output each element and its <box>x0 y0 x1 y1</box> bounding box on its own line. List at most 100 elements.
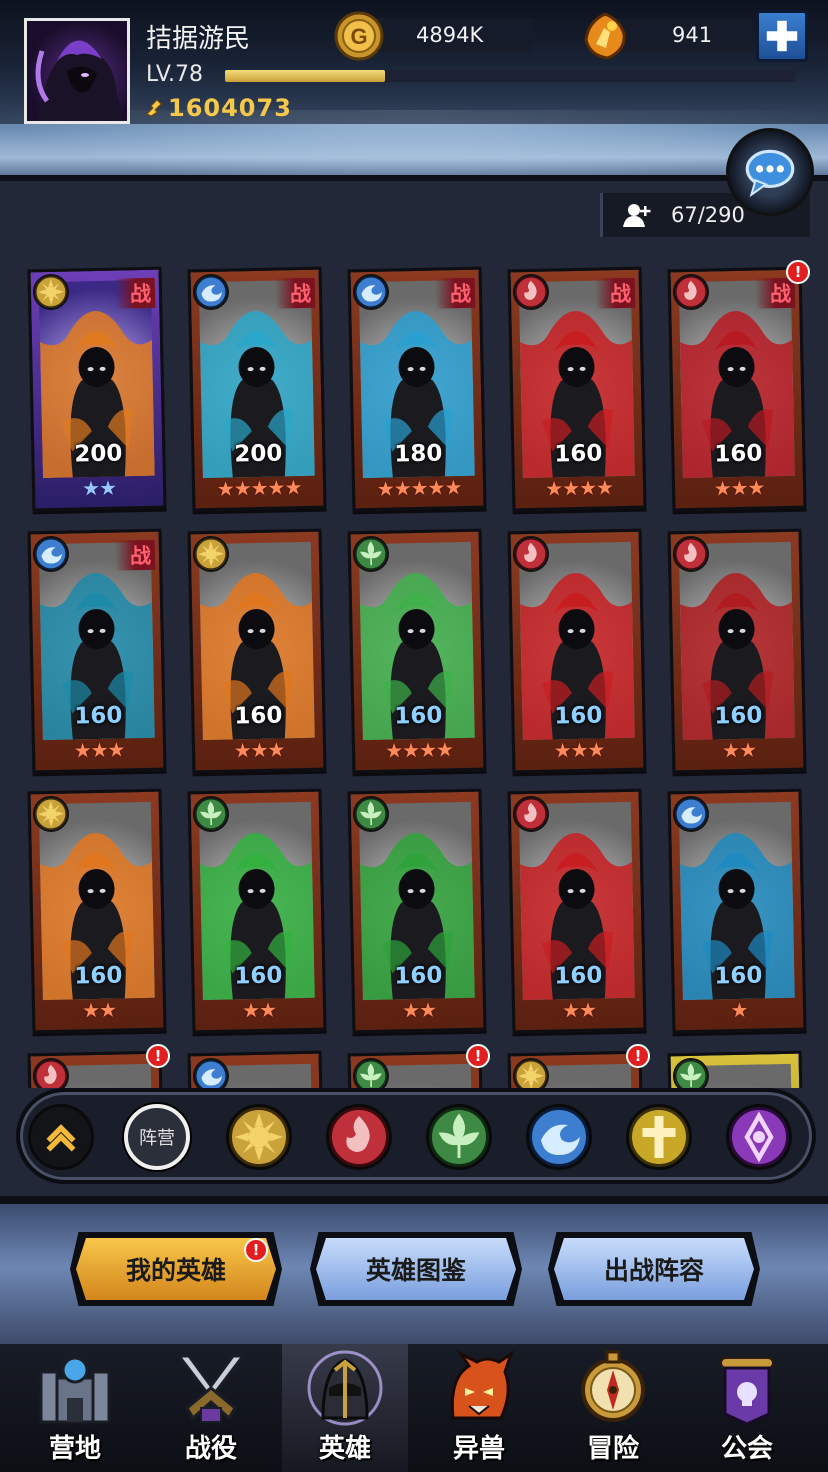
gem-value: 941 <box>672 23 713 47</box>
tab-battle-lineup[interactable]: 出战阵容 <box>554 1238 754 1300</box>
faction-filter-bar: 阵营 <box>16 1088 816 1184</box>
star-icon: ★ <box>98 997 117 1022</box>
hero-level: 200 <box>234 440 283 468</box>
nav-item-battle[interactable]: 战役 <box>148 1344 274 1472</box>
filter-faction-sun[interactable] <box>226 1104 292 1170</box>
hero-star-rating: ★★★ <box>35 737 163 764</box>
camp-icon <box>39 1356 111 1424</box>
hero-level: 160 <box>554 440 603 468</box>
hero-alert-badge: ! <box>146 1044 170 1068</box>
add-currency-button[interactable] <box>756 10 808 62</box>
hero-alert-badge: ! <box>786 260 810 284</box>
compass-icon <box>581 1350 645 1422</box>
star-icon: ★ <box>401 737 420 763</box>
hero-card[interactable]: 战 160 ★★★ <box>667 266 807 512</box>
star-icon: ★ <box>553 738 571 763</box>
star-icon: ★ <box>216 476 234 501</box>
hero-card[interactable]: 160 ★★ <box>347 788 487 1034</box>
hero-card[interactable]: 160 ★★ <box>667 528 807 774</box>
star-icon: ★ <box>73 738 91 763</box>
avatar-portrait-icon <box>35 40 122 121</box>
hero-star-rating: ★★★ <box>195 737 323 764</box>
nav-item-adventure[interactable]: 冒险 <box>550 1344 676 1472</box>
void-faction-icon <box>729 1107 789 1167</box>
star-icon: ★ <box>578 997 597 1022</box>
leaf-faction-icon <box>429 1107 489 1167</box>
star-icon: ★ <box>233 738 251 763</box>
star-icon: ★ <box>267 475 285 500</box>
star-icon: ★ <box>427 475 445 500</box>
gold-counter[interactable]: G 4894K <box>334 11 534 61</box>
deployed-tag: 战 <box>114 539 156 571</box>
nav-item-guild[interactable]: 公会 <box>684 1344 810 1472</box>
fire-faction-icon <box>329 1107 389 1167</box>
add-user-icon <box>623 204 651 227</box>
my-heroes-alert-badge: ! <box>244 1238 268 1262</box>
hero-card[interactable]: 160 ★ <box>667 788 807 1034</box>
sun-faction-icon <box>229 1107 289 1167</box>
hero-card[interactable]: 战 200 ★★ <box>27 266 167 512</box>
hero-star-rating: ★★ <box>515 997 643 1024</box>
hero-card[interactable] <box>187 1050 327 1088</box>
hero-level: 160 <box>394 702 443 730</box>
hero-card[interactable]: 160 ★★ <box>27 788 167 1034</box>
star-icon: ★ <box>81 475 100 501</box>
gem-counter[interactable]: 941 <box>584 12 754 60</box>
faction-water-icon <box>672 795 710 833</box>
nav-item-beast[interactable]: 异兽 <box>416 1344 542 1472</box>
filter-faction-fire[interactable] <box>326 1104 392 1170</box>
hero-card[interactable]: 160 ★★★★ <box>347 528 487 774</box>
hero-card[interactable]: 160 ★★ <box>187 788 327 1034</box>
hero-card[interactable]: 160 ★★★ <box>187 528 327 774</box>
filter-faction-void[interactable] <box>726 1104 792 1170</box>
hero-card[interactable]: 战 160 ★★★★ <box>507 266 647 512</box>
hero-card[interactable] <box>667 1050 807 1088</box>
hero-level: 160 <box>394 962 443 990</box>
filter-faction-water[interactable] <box>526 1104 592 1170</box>
plus-icon <box>766 20 798 52</box>
star-icon: ★ <box>738 737 757 762</box>
collapse-filter-button[interactable] <box>28 1104 94 1170</box>
filter-faction-leaf[interactable] <box>426 1104 492 1170</box>
star-icon: ★ <box>418 997 437 1022</box>
nav-label-adventure: 冒险 <box>586 1434 639 1464</box>
hero-card[interactable]: 战 160 ★★★ <box>27 528 167 774</box>
hero-card[interactable]: 160 ★★★ <box>507 528 647 774</box>
hero-level: 160 <box>714 962 763 990</box>
player-avatar[interactable] <box>24 18 130 124</box>
hero-star-rating: ★★★★ <box>355 737 483 764</box>
hero-star-rating: ★★ <box>35 997 163 1024</box>
faction-fire-icon <box>672 273 710 311</box>
hero-star-rating: ★★ <box>195 997 323 1024</box>
star-icon: ★ <box>258 997 277 1022</box>
nav-item-hero[interactable]: 英雄 <box>282 1344 408 1472</box>
tab-hero-codex[interactable]: 英雄图鉴 <box>316 1238 516 1300</box>
filter-camp-all[interactable]: 阵营 <box>124 1104 190 1170</box>
star-icon: ★ <box>393 476 411 501</box>
hero-level: 160 <box>714 440 763 468</box>
svg-text:G: G <box>350 24 367 49</box>
faction-sun-icon <box>32 273 70 311</box>
nav-label-guild: 公会 <box>720 1434 773 1464</box>
deployed-tag: 战 <box>434 277 476 309</box>
top-header: 拮据游民 LV.78 1604073 G 4894K 941 <box>0 0 828 185</box>
hero-card[interactable]: 战 180 ★★★★★ <box>347 266 487 512</box>
star-icon: ★ <box>107 737 125 762</box>
hero-level: 200 <box>74 440 123 468</box>
star-icon: ★ <box>241 997 260 1023</box>
nav-item-camp[interactable]: 营地 <box>12 1344 138 1472</box>
hero-star-rating: ★★★★★ <box>355 475 483 502</box>
star-icon: ★ <box>747 475 765 500</box>
xp-bar-fill <box>225 70 385 82</box>
battle-icon <box>175 1354 247 1423</box>
star-icon: ★ <box>233 476 251 501</box>
star-icon: ★ <box>81 997 100 1023</box>
star-icon: ★ <box>561 997 580 1023</box>
hero-card[interactable]: 160 ★★ <box>507 788 647 1034</box>
chat-button[interactable] <box>726 128 814 216</box>
hero-star-rating: ★★★★★ <box>195 475 323 502</box>
filter-faction-holy[interactable] <box>626 1104 692 1170</box>
star-icon: ★ <box>721 737 740 763</box>
hero-tabs-section: 我的英雄 ! 英雄图鉴 出战阵容 <box>0 1196 828 1344</box>
hero-card[interactable]: 战 200 ★★★★★ <box>187 266 327 512</box>
